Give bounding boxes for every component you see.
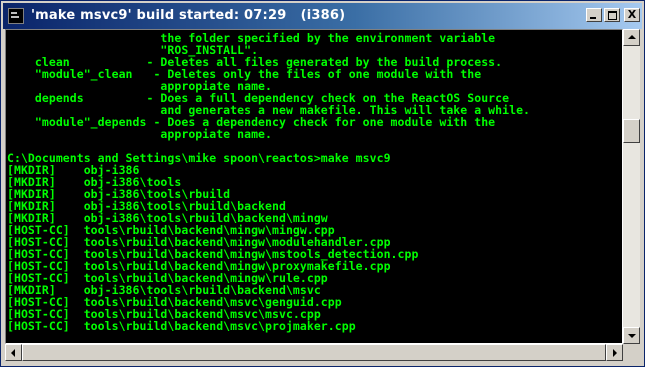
console-app-icon[interactable] xyxy=(8,8,24,24)
scroll-left-button[interactable] xyxy=(5,344,22,361)
arrow-left-icon xyxy=(11,349,15,357)
scroll-down-button[interactable] xyxy=(623,327,640,344)
arrow-down-icon xyxy=(628,334,636,338)
vertical-scroll-thumb[interactable] xyxy=(623,119,640,143)
arrow-right-icon xyxy=(613,349,617,357)
arrow-up-icon xyxy=(628,35,636,39)
scroll-right-button[interactable] xyxy=(606,344,623,361)
horizontal-scroll-thumb[interactable] xyxy=(22,344,606,361)
console-line: appropiate name. xyxy=(7,127,272,141)
console-output[interactable]: the folder specified by the environment … xyxy=(5,29,623,344)
minimize-button[interactable] xyxy=(586,8,602,22)
vertical-scrollbar[interactable] xyxy=(623,29,640,344)
console-window: 'make msvc9' build started: 07:29 (i386)… xyxy=(0,0,645,367)
console-line: [HOST-CC] tools\rbuild\backend\msvc\proj… xyxy=(7,319,356,333)
window-title: 'make msvc9' build started: 07:29 (i386) xyxy=(31,8,346,23)
horizontal-scrollbar[interactable] xyxy=(5,344,623,361)
scroll-up-button[interactable] xyxy=(623,29,640,46)
maximize-button[interactable] xyxy=(604,8,620,22)
title-bar[interactable]: 'make msvc9' build started: 07:29 (i386)… xyxy=(3,3,642,29)
close-button[interactable]: X xyxy=(624,8,640,22)
scrollbar-corner xyxy=(623,344,640,361)
